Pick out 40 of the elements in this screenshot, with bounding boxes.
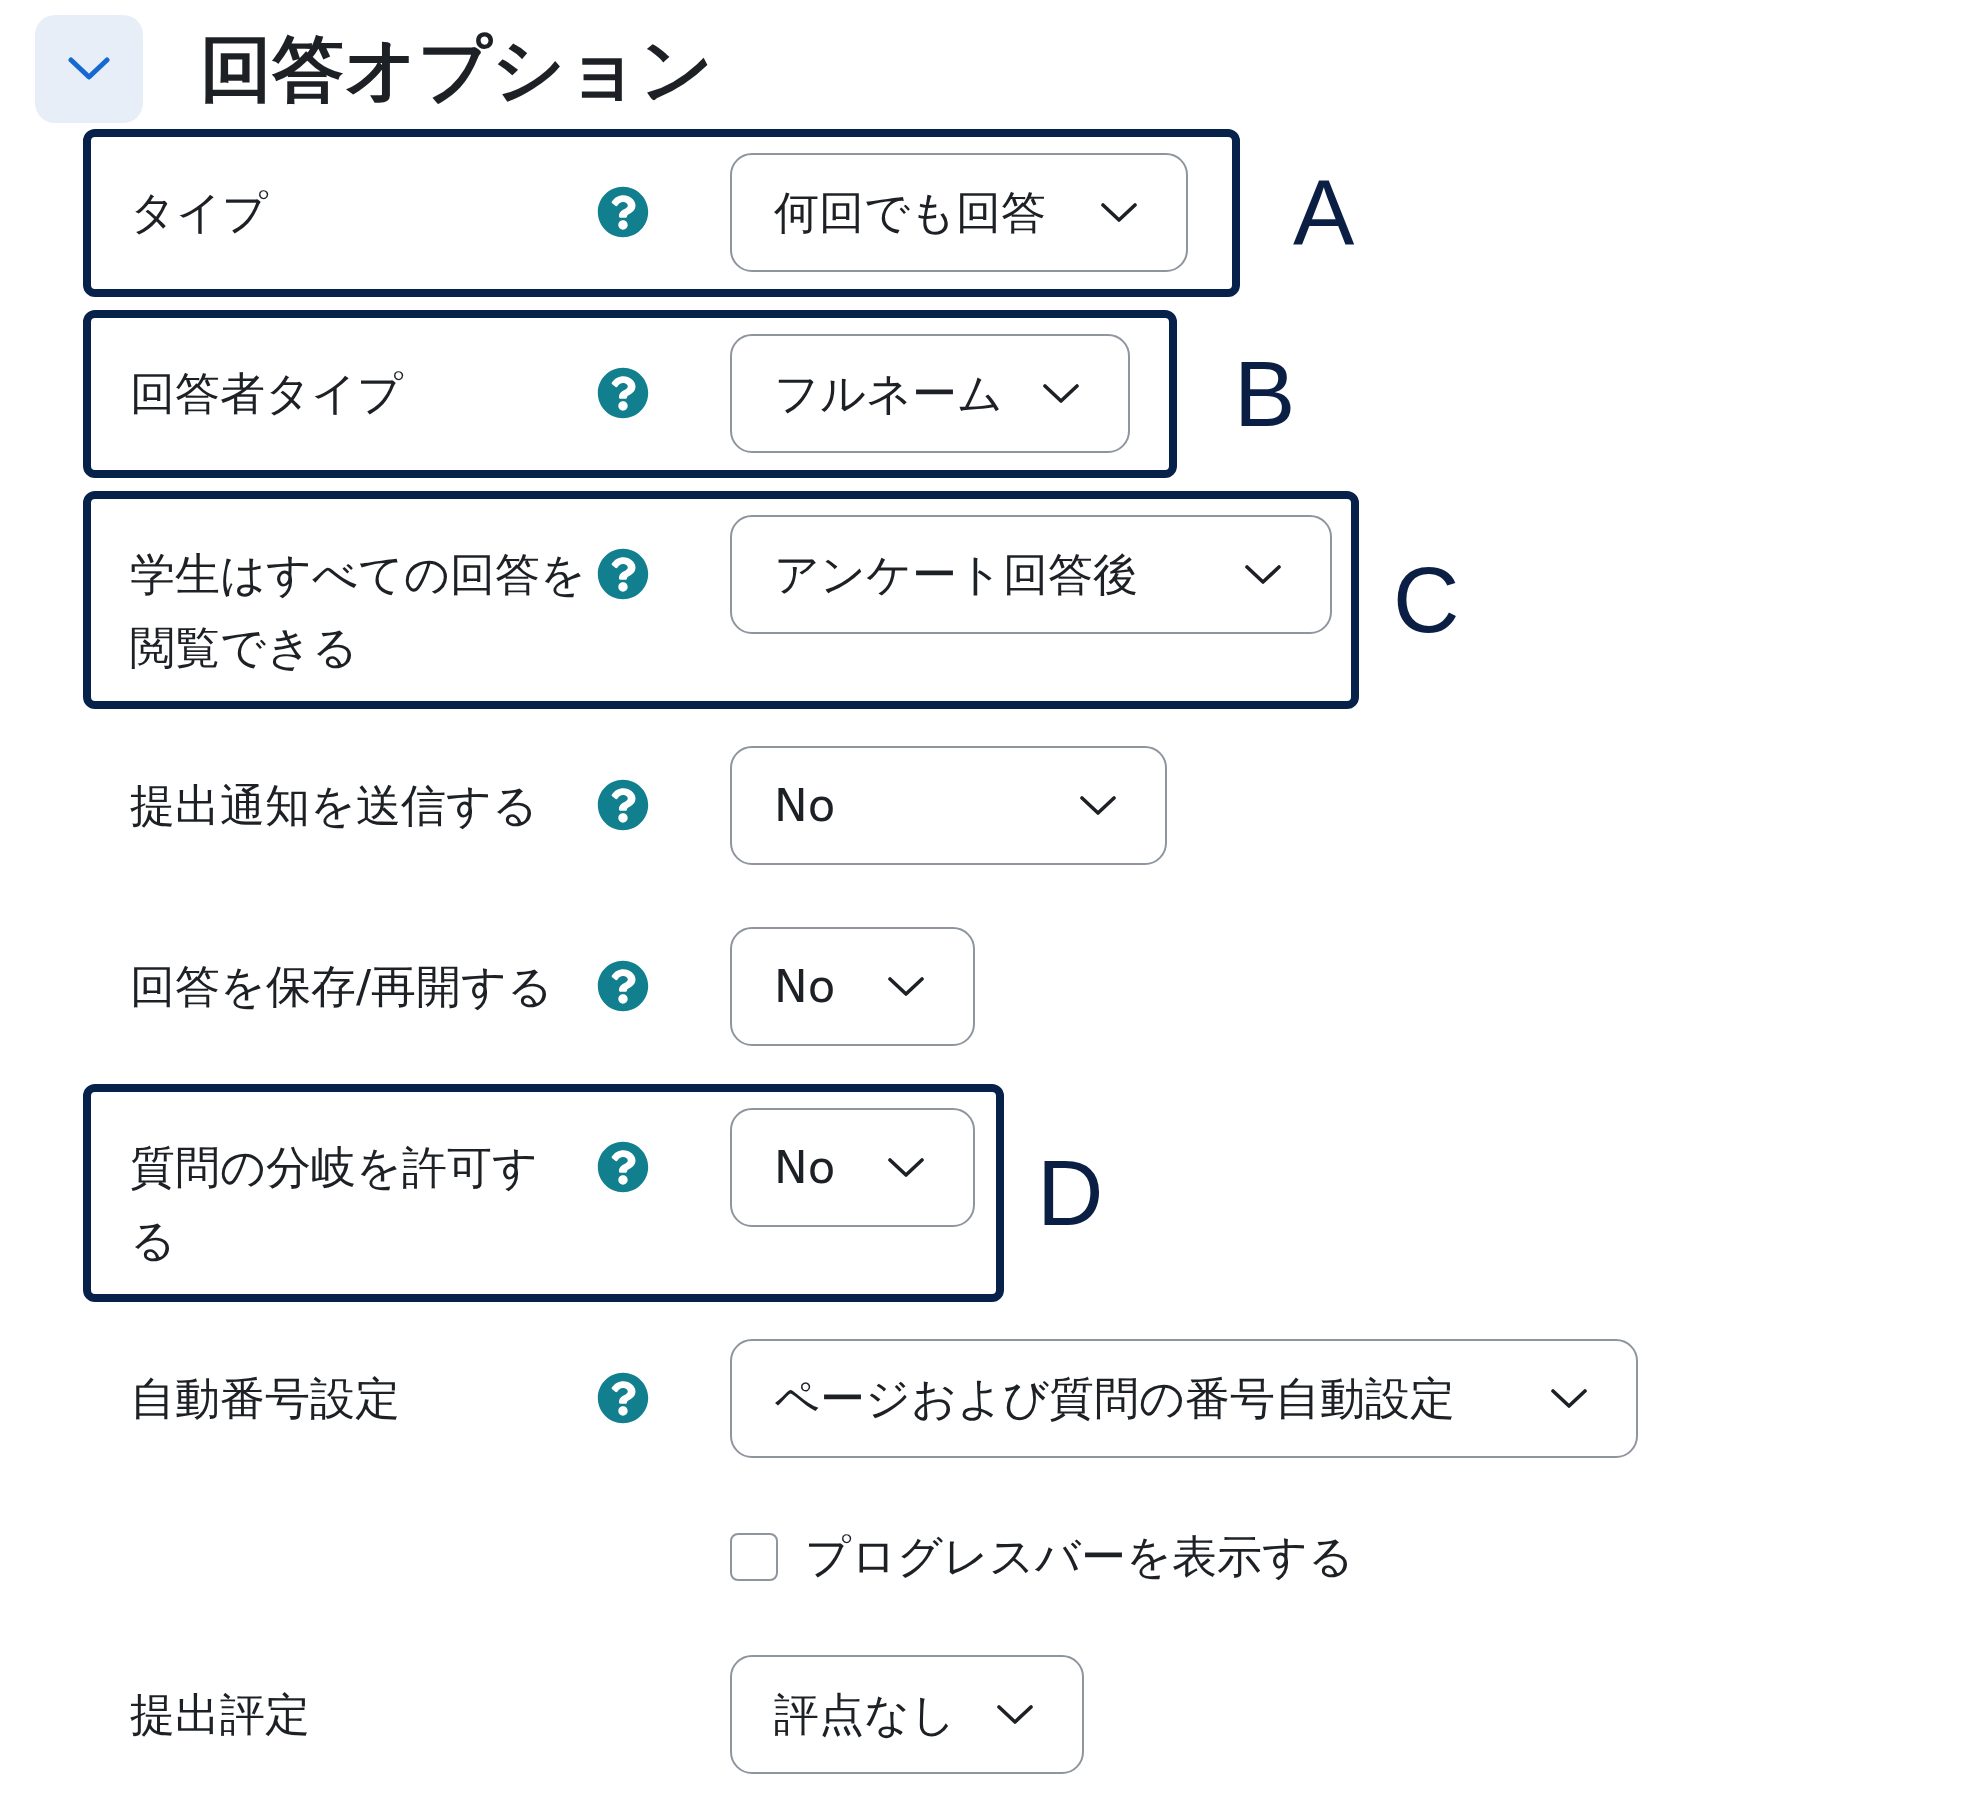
collapse-button[interactable] [35,15,143,123]
field-label: 質問の分岐を許可する [130,1140,539,1269]
field-label: 提出評定 [130,1687,311,1743]
chevron-down-icon [1101,202,1137,223]
help-icon[interactable] [597,779,649,831]
checkbox[interactable] [730,1532,778,1581]
callout-label: A [1293,167,1355,259]
help-icon[interactable] [597,548,649,600]
field-label: 学生はすべての回答を閲覧できる [130,547,587,676]
callout-label: C [1393,554,1460,646]
chevron-down-icon [888,1157,924,1178]
select-dropdown[interactable]: 何回でも回答 [730,153,1188,272]
chevron-down-icon [997,1704,1033,1725]
select-dropdown[interactable]: No [730,927,975,1046]
select-dropdown[interactable]: No [730,1108,975,1227]
help-icon[interactable] [597,960,649,1012]
chevron-down-icon [1080,795,1116,816]
callout-label: B [1234,348,1296,440]
help-icon[interactable] [597,1141,649,1193]
checkbox-label: プログレスバーを表示する [805,1529,1354,1585]
select-dropdown[interactable]: アンケート回答後 [730,515,1332,634]
field-label: タイプ [130,185,269,241]
field-label: 回答者タイプ [130,366,404,422]
field-label: 自動番号設定 [130,1371,401,1427]
field-label: 提出通知を送信する [130,778,539,834]
help-icon[interactable] [597,367,649,419]
chevron-down-icon [1551,1388,1587,1409]
section-title: 回答オプション [200,33,714,105]
select-dropdown[interactable]: ページおよび質問の番号自動設定 [730,1339,1638,1458]
select-dropdown[interactable]: フルネーム [730,334,1130,453]
help-icon[interactable] [597,1372,649,1424]
select-dropdown[interactable]: No [730,746,1167,865]
chevron-down-icon [1043,383,1079,404]
select-dropdown[interactable]: 評点なし [730,1655,1084,1774]
help-icon[interactable] [597,186,649,238]
chevron-down-icon [1245,564,1281,585]
field-label: 回答を保存/再開する [130,959,555,1015]
chevron-down-icon [888,976,924,997]
chevron-down-icon [68,57,110,81]
callout-label: D [1037,1147,1104,1239]
